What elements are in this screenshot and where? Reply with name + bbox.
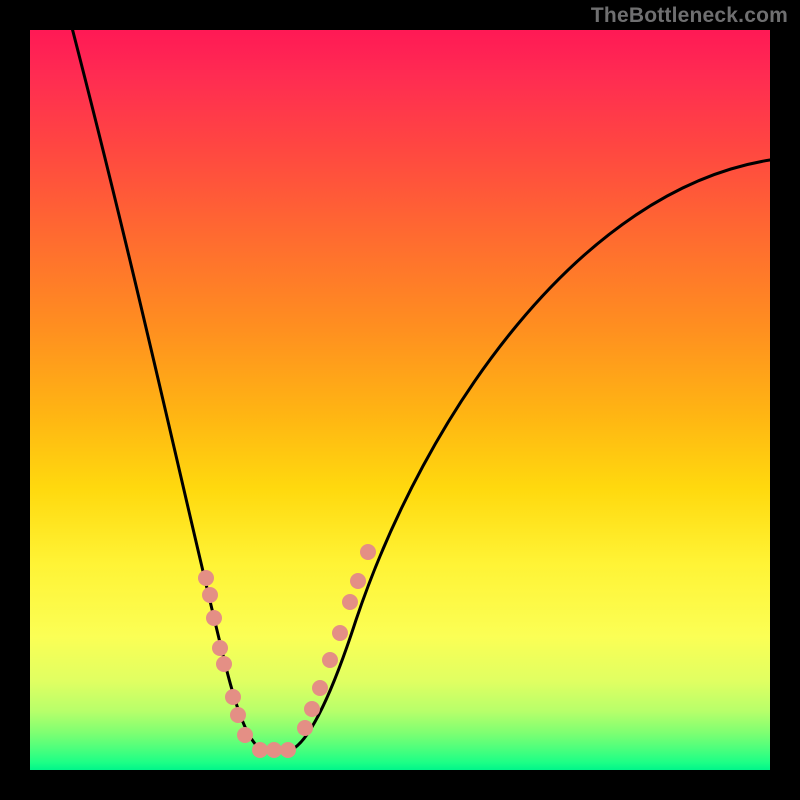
plot-area bbox=[30, 30, 770, 770]
curve-point bbox=[202, 587, 218, 603]
curve-point bbox=[332, 625, 348, 641]
curve-point bbox=[280, 742, 296, 758]
curve-point bbox=[212, 640, 228, 656]
curve-point bbox=[350, 573, 366, 589]
curve-point bbox=[266, 742, 282, 758]
curve-point bbox=[322, 652, 338, 668]
curve-point bbox=[225, 689, 241, 705]
curve-point bbox=[312, 680, 328, 696]
curve-point bbox=[252, 742, 268, 758]
curve-point bbox=[237, 727, 253, 743]
curve-point bbox=[360, 544, 376, 560]
curve-point bbox=[342, 594, 358, 610]
curve-point bbox=[230, 707, 246, 723]
curve-point bbox=[198, 570, 214, 586]
bottleneck-curve-svg bbox=[30, 30, 770, 770]
bottleneck-curve-thin-right bbox=[291, 160, 770, 750]
bottleneck-curve-thick bbox=[70, 30, 770, 750]
watermark-label: TheBottleneck.com bbox=[591, 4, 788, 28]
curve-point bbox=[206, 610, 222, 626]
curve-point bbox=[304, 701, 320, 717]
curve-points bbox=[198, 544, 376, 758]
curve-point bbox=[297, 720, 313, 736]
chart-frame: TheBottleneck.com bbox=[0, 0, 800, 800]
curve-point bbox=[216, 656, 232, 672]
